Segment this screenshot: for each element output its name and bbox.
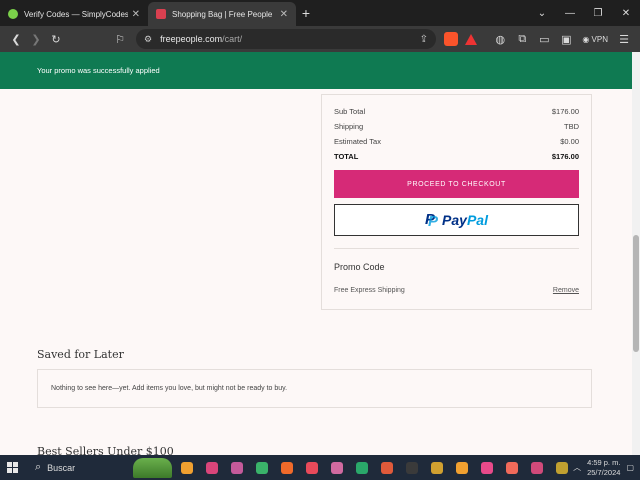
taskbar-app-icon[interactable]	[276, 458, 298, 478]
saved-for-later-title: Saved for Later	[37, 348, 124, 361]
notifications-icon[interactable]: ▢	[626, 463, 634, 472]
tab-search-chevron-icon[interactable]: ⌄	[528, 8, 556, 19]
paypal-button[interactable]: PayPal	[334, 204, 579, 236]
total-label: TOTAL	[334, 152, 359, 161]
url-domain: freepeople.com	[160, 34, 223, 44]
reload-icon[interactable]: ↻	[46, 33, 66, 46]
page-scrollbar[interactable]	[632, 52, 640, 455]
total-value: $176.00	[551, 152, 579, 161]
tray-overflow-chevron-icon[interactable]: ︿	[573, 462, 581, 473]
menu-icon[interactable]: ☰	[614, 33, 634, 46]
sidebar-icon[interactable]: ▭	[534, 33, 554, 46]
taskbar-app-icon[interactable]	[251, 458, 273, 478]
taskbar-app-icon[interactable]	[426, 458, 448, 478]
minimize-icon[interactable]: —	[556, 8, 584, 19]
tab-free-people[interactable]: Shopping Bag | Free People ✕	[148, 2, 296, 26]
window-controls: ⌄ — ❐ ✕	[528, 0, 640, 26]
browser-tab-strip: Verify Codes — SimplyCodes ✕ Shopping Ba…	[0, 0, 640, 26]
saved-for-later-empty-box: Nothing to see here—yet. Add items you l…	[37, 369, 592, 408]
windows-taskbar: ⌕ Buscar ︿ 4:59 p. m. 25/7/2024 ▢	[0, 455, 640, 480]
order-summary: Sub Total $176.00 Shipping TBD Estimated…	[321, 94, 592, 310]
taskbar-app-icon[interactable]	[176, 458, 198, 478]
extensions-puzzle-icon[interactable]: ⧉	[512, 33, 532, 46]
taskbar-app-icon[interactable]	[501, 458, 523, 478]
brave-shields-icon[interactable]	[444, 32, 458, 46]
share-icon[interactable]: ⇪	[420, 34, 428, 45]
close-tab-icon[interactable]: ✕	[280, 9, 288, 20]
divider	[334, 248, 579, 249]
subtotal-value: $176.00	[551, 107, 579, 116]
taskbar-app-icon[interactable]	[226, 458, 248, 478]
back-icon[interactable]: ❮	[6, 33, 26, 46]
restore-icon[interactable]: ❐	[584, 8, 612, 19]
widgets-icon[interactable]	[132, 457, 173, 478]
remove-promo-link[interactable]: Remove	[553, 287, 579, 294]
close-window-icon[interactable]: ✕	[612, 8, 640, 19]
site-info-icon[interactable]: ⚙	[144, 34, 152, 45]
tab-title: Shopping Bag | Free People	[172, 9, 273, 19]
promo-code-label: Promo Code	[334, 262, 385, 272]
tab-title: Verify Codes — SimplyCodes	[24, 9, 128, 19]
paypal-logo-icon	[425, 211, 438, 230]
new-tab-button[interactable]: +	[296, 2, 316, 26]
start-button[interactable]	[0, 455, 25, 480]
taskbar-app-icon[interactable]	[526, 458, 548, 478]
clock-time: 4:59 p. m.	[587, 457, 621, 467]
extension-icon[interactable]: ◍	[490, 33, 510, 46]
applied-promo-row: Free Express Shipping Remove	[334, 287, 579, 294]
proceed-to-checkout-button[interactable]: PROCEED TO CHECKOUT	[334, 170, 579, 198]
tax-row: Estimated Tax $0.00	[334, 137, 579, 146]
search-icon: ⌕	[34, 461, 42, 473]
paypal-pal-text: Pal	[466, 212, 488, 228]
taskbar-app-icon[interactable]	[476, 458, 498, 478]
total-row: TOTAL $176.00	[334, 152, 579, 161]
shipping-label: Shipping	[334, 122, 364, 131]
saved-empty-message: Nothing to see here—yet. Add items you l…	[51, 385, 288, 392]
windows-logo-icon	[6, 462, 18, 473]
free-people-favicon-icon	[156, 9, 166, 19]
subtotal-row: Sub Total $176.00	[334, 107, 579, 116]
browser-toolbar: ❮ ❯ ↻ ⚐ ⚙ freepeople.com/cart/ ⇪ ◍ ⧉ ▭ ▣…	[0, 26, 640, 52]
paypal-pay-text: Pay	[442, 212, 467, 228]
taskbar-search-label: Buscar	[47, 462, 76, 473]
taskbar-app-icon[interactable]	[451, 458, 473, 478]
address-bar[interactable]: ⚙ freepeople.com/cart/ ⇪	[136, 29, 436, 49]
taskbar-apps	[176, 458, 573, 478]
taskbar-app-icon[interactable]	[401, 458, 423, 478]
taskbar-app-icon[interactable]	[551, 458, 573, 478]
taskbar-clock[interactable]: 4:59 p. m. 25/7/2024	[587, 458, 620, 478]
tab-simplycodes[interactable]: Verify Codes — SimplyCodes ✕	[0, 2, 148, 26]
tax-label: Estimated Tax	[334, 137, 381, 146]
vpn-button[interactable]: ◉ VPN	[578, 35, 612, 44]
taskbar-app-icon[interactable]	[301, 458, 323, 478]
tax-value: $0.00	[560, 137, 579, 146]
shipping-value: TBD	[564, 122, 579, 131]
subtotal-label: Sub Total	[334, 107, 366, 116]
taskbar-search[interactable]: ⌕ Buscar	[25, 455, 133, 480]
close-tab-icon[interactable]: ✕	[132, 9, 140, 20]
brave-rewards-icon[interactable]	[464, 32, 478, 46]
promo-success-banner: Your promo was successfully applied	[0, 52, 640, 89]
taskbar-app-icon[interactable]	[326, 458, 348, 478]
url-path: /cart/	[222, 34, 243, 44]
clock-date: 25/7/2024	[587, 467, 621, 477]
taskbar-app-icon[interactable]	[376, 458, 398, 478]
taskbar-app-icon[interactable]	[201, 458, 223, 478]
forward-icon[interactable]: ❯	[26, 33, 46, 46]
bookmark-icon[interactable]: ⚐	[110, 33, 130, 46]
simplycodes-favicon-icon	[8, 9, 18, 19]
scrollbar-thumb[interactable]	[633, 235, 639, 352]
applied-promo-name: Free Express Shipping	[334, 287, 405, 294]
shipping-row: Shipping TBD	[334, 122, 579, 131]
promo-message: Your promo was successfully applied	[37, 66, 160, 75]
system-tray: ︿ 4:59 p. m. 25/7/2024 ▢	[573, 458, 640, 478]
taskbar-app-icon[interactable]	[351, 458, 373, 478]
wallet-icon[interactable]: ▣	[556, 33, 576, 46]
